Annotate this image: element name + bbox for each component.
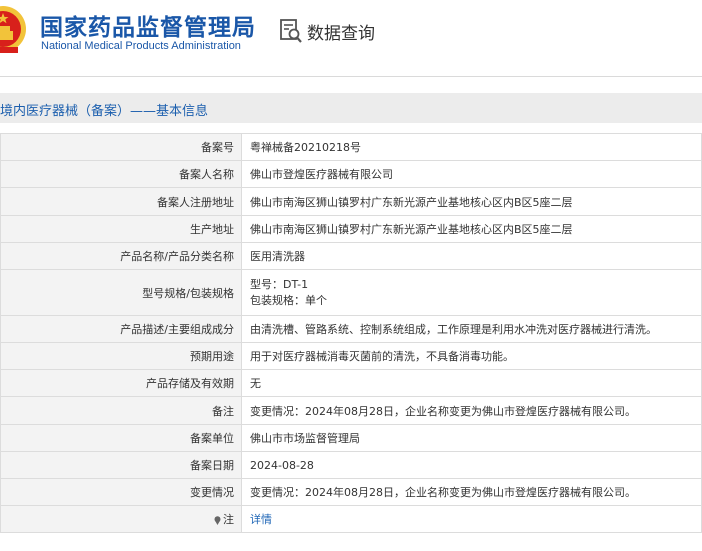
field-label: 备案日期: [0, 451, 242, 479]
section-header: 境内医疗器械（备案）——基本信息: [0, 93, 702, 123]
table-row: 备案日期 2024-08-28: [0, 451, 702, 479]
basic-info-table: 备案号 粤禅械备20210218号 备案人名称 佛山市登煌医疗器械有限公司 备案人注…: [0, 133, 702, 533]
table-row: 产品名称/产品分类名称 医用清洗器: [0, 242, 702, 270]
table-row: 生产地址 佛山市南海区狮山镇罗村广东新光源产业基地核心区内B区5座二层: [0, 215, 702, 243]
field-value: 佛山市市场监督管理局: [241, 424, 702, 452]
field-value: 佛山市南海区狮山镇罗村广东新光源产业基地核心区内B区5座二层: [241, 215, 702, 243]
site-logo-title[interactable]: 国家药品监督管理局: [40, 8, 256, 42]
field-label: 产品名称/产品分类名称: [0, 242, 242, 270]
field-value: 佛山市登煌医疗器械有限公司: [241, 160, 702, 188]
field-label: 注: [223, 513, 234, 526]
field-label: 生产地址: [0, 215, 242, 243]
field-label: 备案人名称: [0, 160, 242, 188]
field-label: 备案单位: [0, 424, 242, 452]
table-row: 产品存储及有效期无: [0, 369, 702, 397]
search-document-icon: [280, 19, 302, 43]
field-label: 预期用途: [0, 342, 242, 370]
field-label: 产品存储及有效期: [0, 369, 242, 397]
table-row: 备案人名称 佛山市登煌医疗器械有限公司: [0, 160, 702, 188]
table-row: 产品描述/主要组成成分 由清洗槽、管路系统、控制系统组成，工作原理是利用水冲洗对医…: [0, 315, 702, 343]
site-header: 国家药品监督管理局 National Medical Products Admi…: [0, 0, 702, 68]
table-row: 预期用途 用于对医疗器械消毒灭菌前的清洗，不具备消毒功能。: [0, 342, 702, 370]
field-value: 2024-08-28: [241, 451, 702, 479]
site-logo-subtitle: National Medical Products Administration: [41, 40, 241, 52]
field-label: 产品描述/主要组成成分: [0, 315, 242, 343]
national-emblem-icon: [0, 6, 26, 53]
table-row: 备案单位 佛山市市场监督管理局: [0, 424, 702, 452]
field-label: 备案号: [0, 133, 242, 161]
pin-icon: [214, 515, 221, 525]
model-spec-line: 型号：DT-1: [250, 277, 309, 291]
table-row: 型号规格/包装规格 型号：DT-1 包装规格：单个: [0, 269, 702, 316]
header-divider: [0, 76, 702, 77]
field-value: 无: [241, 369, 702, 397]
field-value: 佛山市南海区狮山镇罗村广东新光源产业基地核心区内B区5座二层: [241, 187, 702, 216]
section-title: 境内医疗器械（备案）——基本信息: [0, 104, 209, 119]
data-query-label: 数据查询: [307, 23, 375, 44]
field-value: 由清洗槽、管路系统、控制系统组成，工作原理是利用水冲洗对医疗器械进行清洗。: [241, 315, 702, 343]
details-link[interactable]: 详情: [250, 513, 272, 526]
field-value: 用于对医疗器械消毒灭菌前的清洗，不具备消毒功能。: [241, 342, 702, 370]
table-row: 备案人注册地址 佛山市南海区狮山镇罗村广东新光源产业基地核心区内B区5座二层: [0, 187, 702, 216]
field-label: 备注: [0, 396, 242, 425]
field-value: 详情: [241, 505, 702, 533]
field-label: 型号规格/包装规格: [0, 269, 242, 316]
field-value: 型号：DT-1 包装规格：单个: [241, 269, 702, 316]
field-label: 备案人注册地址: [0, 187, 242, 216]
table-row: 备注 变更情况：2024年08月28日，企业名称变更为佛山市登煌医疗器械有限公司。: [0, 396, 702, 425]
field-label: 变更情况: [0, 478, 242, 506]
field-value: 变更情况：2024年08月28日，企业名称变更为佛山市登煌医疗器械有限公司。: [241, 396, 702, 425]
field-value: 粤禅械备20210218号: [241, 133, 702, 161]
field-value: 医用清洗器: [241, 242, 702, 270]
note-label-cell: 注: [0, 505, 242, 533]
data-query-link[interactable]: 数据查询: [279, 18, 375, 44]
table-row: 变更情况 变更情况：2024年08月28日，企业名称变更为佛山市登煌医疗器械有限公…: [0, 478, 702, 506]
table-row: 注 详情: [0, 505, 702, 533]
table-row: 备案号 粤禅械备20210218号: [0, 133, 702, 161]
package-spec-line: 包装规格：单个: [250, 293, 327, 307]
field-value: 变更情况：2024年08月28日，企业名称变更为佛山市登煌医疗器械有限公司。: [241, 478, 702, 506]
